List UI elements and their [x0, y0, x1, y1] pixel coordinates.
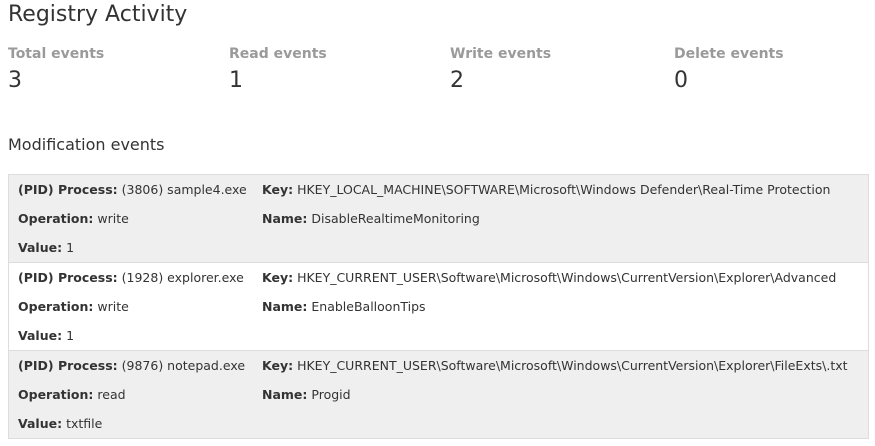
page-title: Registry Activity: [8, 2, 188, 27]
value-value: 1: [66, 240, 75, 255]
operation-label: Operation:: [18, 211, 94, 226]
name-value: Progid: [311, 387, 351, 402]
stat-label: Delete events: [674, 46, 784, 62]
modification-events-table: (PID) Process: (3806) sample4.exe Key: H…: [8, 174, 869, 439]
operation-cell: Operation: read: [18, 387, 126, 403]
stat-delete-events: Delete events 0: [674, 46, 874, 93]
stat-value: 0: [674, 68, 688, 93]
process-label: (PID) Process:: [18, 182, 118, 197]
name-cell: Name: DisableRealtimeMonitoring: [262, 211, 480, 227]
name-cell: Name: Progid: [262, 387, 351, 403]
key-cell: Key: HKEY_CURRENT_USER\Software\Microsof…: [262, 358, 848, 374]
process-cell: (PID) Process: (3806) sample4.exe: [18, 182, 247, 198]
stats-summary: Total events 3 Read events 1 Write event…: [0, 46, 875, 102]
key-value: HKEY_CURRENT_USER\Software\Microsoft\Win…: [297, 270, 837, 285]
name-cell: Name: EnableBalloonTips: [262, 299, 426, 315]
stat-read-events: Read events 1: [229, 46, 429, 93]
key-cell: Key: HKEY_CURRENT_USER\Software\Microsof…: [262, 270, 836, 286]
value-cell: Value: 1: [18, 240, 74, 256]
stat-value: 2: [450, 68, 464, 93]
stat-value: 3: [8, 68, 22, 93]
key-label: Key:: [262, 358, 294, 373]
operation-value: read: [97, 387, 126, 402]
table-row: (PID) Process: (1928) explorer.exe Key: …: [9, 263, 868, 351]
process-cell: (PID) Process: (1928) explorer.exe: [18, 270, 244, 286]
key-label: Key:: [262, 270, 294, 285]
name-label: Name:: [262, 387, 308, 402]
stat-label: Read events: [229, 46, 327, 62]
key-cell: Key: HKEY_LOCAL_MACHINE\SOFTWARE\Microso…: [262, 182, 830, 198]
operation-label: Operation:: [18, 299, 94, 314]
stat-label: Total events: [8, 46, 105, 62]
name-label: Name:: [262, 299, 308, 314]
value-label: Value:: [18, 328, 63, 343]
key-value: HKEY_CURRENT_USER\Software\Microsoft\Win…: [297, 358, 848, 373]
operation-cell: Operation: write: [18, 211, 129, 227]
value-label: Value:: [18, 416, 63, 431]
section-title-modification-events: Modification events: [8, 135, 165, 154]
process-label: (PID) Process:: [18, 358, 118, 373]
key-value: HKEY_LOCAL_MACHINE\SOFTWARE\Microsoft\Wi…: [297, 182, 831, 197]
operation-label: Operation:: [18, 387, 94, 402]
process-label: (PID) Process:: [18, 270, 118, 285]
process-value: (1928) explorer.exe: [121, 270, 244, 285]
value-value: txtfile: [66, 416, 103, 431]
operation-value: write: [97, 211, 129, 226]
value-value: 1: [66, 328, 75, 343]
operation-cell: Operation: write: [18, 299, 129, 315]
table-row: (PID) Process: (9876) notepad.exe Key: H…: [9, 351, 868, 439]
value-cell: Value: txtfile: [18, 416, 102, 432]
name-value: EnableBalloonTips: [311, 299, 426, 314]
name-value: DisableRealtimeMonitoring: [311, 211, 480, 226]
operation-value: write: [97, 299, 129, 314]
process-cell: (PID) Process: (9876) notepad.exe: [18, 358, 245, 374]
stat-total-events: Total events 3: [8, 46, 208, 93]
process-value: (9876) notepad.exe: [121, 358, 246, 373]
key-label: Key:: [262, 182, 294, 197]
table-row: (PID) Process: (3806) sample4.exe Key: H…: [9, 175, 868, 263]
value-cell: Value: 1: [18, 328, 74, 344]
value-label: Value:: [18, 240, 63, 255]
process-value: (3806) sample4.exe: [121, 182, 247, 197]
name-label: Name:: [262, 211, 308, 226]
stat-value: 1: [229, 68, 243, 93]
stat-write-events: Write events 2: [450, 46, 650, 93]
stat-label: Write events: [450, 46, 552, 62]
